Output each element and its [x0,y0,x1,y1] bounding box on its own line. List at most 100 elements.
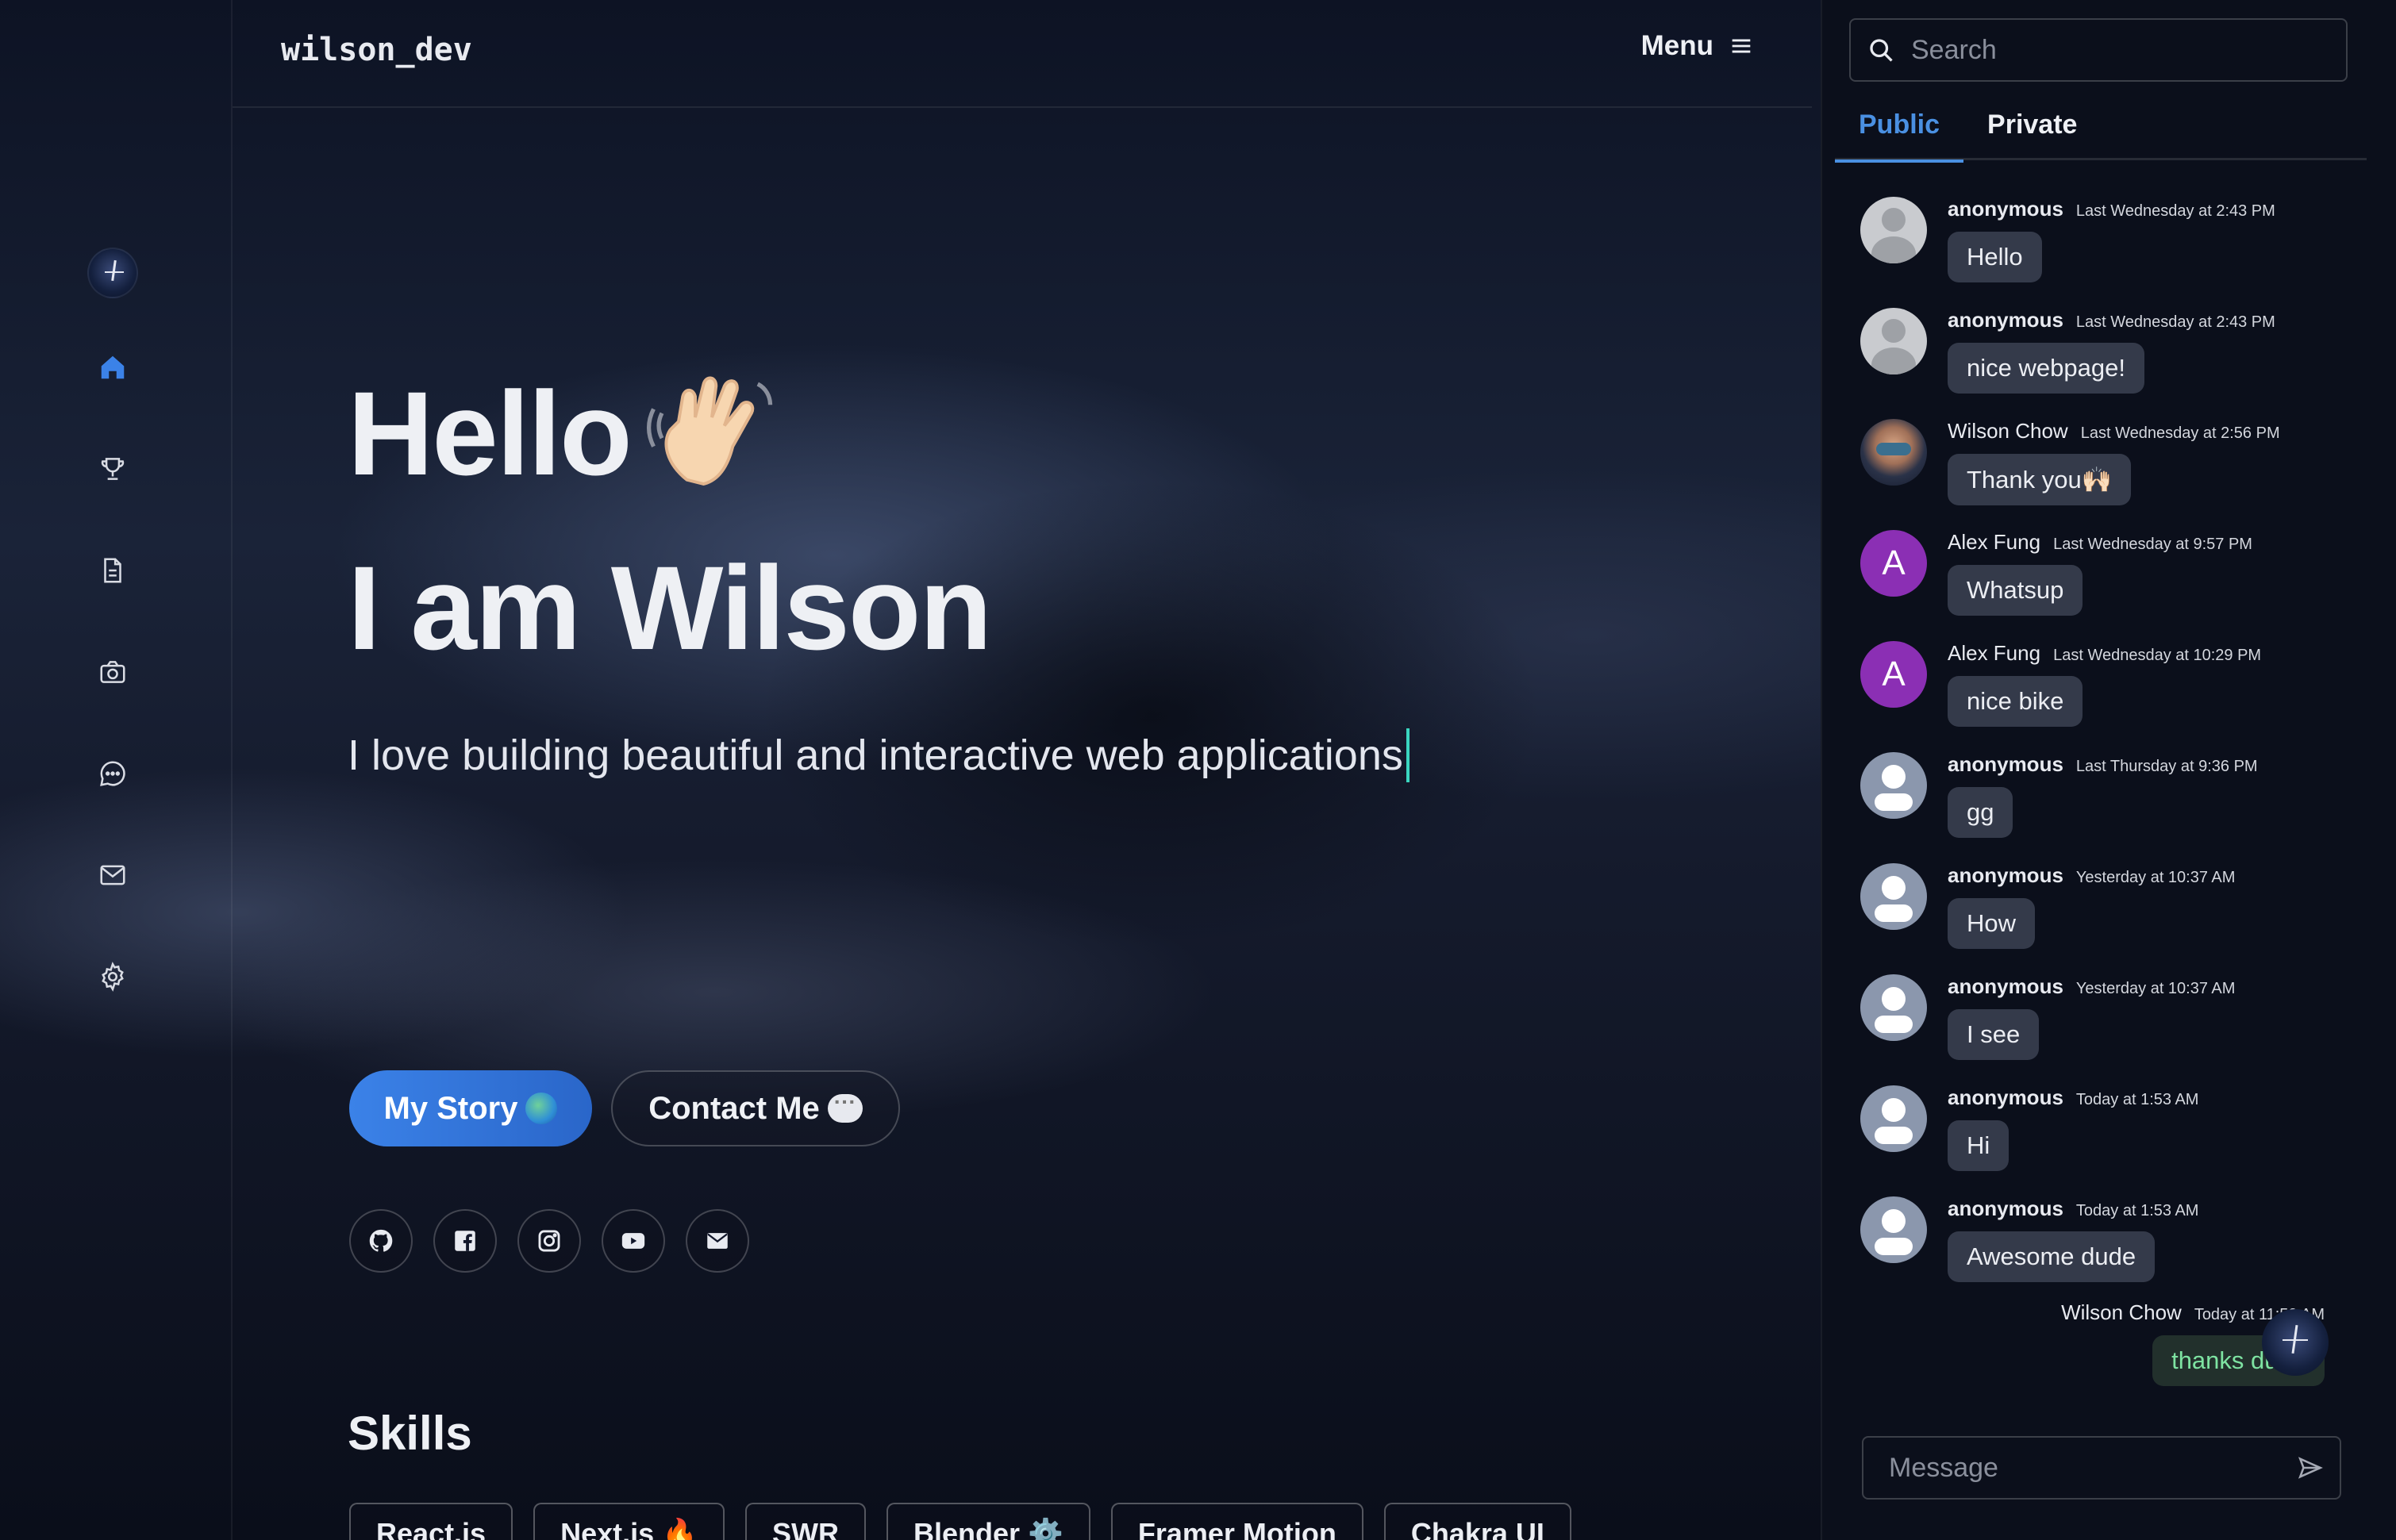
tab-public[interactable]: Public [1835,103,1964,163]
my-story-button[interactable]: My Story [349,1070,592,1146]
message-bubble: Hi [1948,1120,2009,1171]
chat-message: anonymous Yesterday at 10:37 AM I see [1860,974,2235,1060]
hamburger-icon [1732,39,1751,53]
message-time: Last Wednesday at 2:43 PM [2075,202,2275,220]
chat-message: anonymous Last Thursday at 9:36 PM gg [1860,752,2258,838]
sidebar-item-settings[interactable] [93,957,133,997]
message-input[interactable] [1889,1452,2297,1484]
facebook-link[interactable] [433,1209,497,1273]
message-author: anonymous [1948,1196,2063,1220]
message-time: Last Wednesday at 2:43 PM [2075,313,2275,331]
avatar: A [1860,530,1927,597]
message-time: Yesterday at 10:37 AM [2075,869,2236,886]
chat-tabs: Public Private [1835,103,2367,163]
message-composer[interactable] [1862,1436,2341,1500]
github-link[interactable] [349,1209,413,1273]
message-time: Yesterday at 10:37 AM [2075,980,2236,997]
mail-icon [707,1233,728,1249]
avatar [1860,974,1927,1041]
hero-title: I am Wilson [348,541,992,674]
social-links [349,1209,749,1273]
sidebar-item-chat[interactable] [93,754,133,793]
globe-icon [525,1093,558,1124]
chat-message: anonymous Today at 1:53 AM Awesome dude [1860,1196,2198,1282]
sidebar-item-resume[interactable] [93,551,133,590]
message-author: anonymous [1948,752,2063,776]
message-bubble: I see [1948,1009,2040,1060]
message-author: anonymous [1948,1085,2063,1109]
top-header: wilson_dev Menu [233,0,1812,108]
menu-button[interactable]: Menu [1641,30,1755,62]
message-author: Wilson Chow [1948,419,2068,443]
contact-me-label: Contact Me [648,1090,820,1126]
message-author: Alex Fung [1948,641,2041,665]
gear-icon [102,962,124,992]
camera-icon [100,661,125,683]
hero-hello-text: Hello [348,367,633,500]
message-bubble: nice webpage! [1948,343,2144,394]
chat-panel: Public Private anonymous Last Wednesday a… [1821,0,2396,1540]
chat-message: Wilson Chow Last Wednesday at 2:56 PM Tha… [1860,419,2280,505]
tab-private[interactable]: Private [1963,103,2101,160]
my-story-label: My Story [383,1090,518,1126]
chat-bubble-icon [100,761,125,786]
sidebar-item-photos[interactable] [93,652,133,692]
chat-message: anonymous Yesterday at 10:37 AM How [1860,863,2235,949]
chat-search[interactable] [1849,18,2348,82]
chat-message: A Alex Fung Last Wednesday at 10:29 PM ni… [1860,641,2261,727]
profile-avatar[interactable] [87,248,138,298]
message-bubble: Awesome dude [1948,1231,2156,1282]
document-icon [104,558,121,583]
chat-message: anonymous Last Wednesday at 2:43 PM Hello [1860,197,2275,282]
skill-chip: Framer Motion [1110,1503,1363,1540]
message-bubble: How [1948,898,2036,949]
hero-greeting: Hello [348,365,779,502]
sidebar-item-home[interactable] [93,348,133,387]
skill-chip: Blender ⚙️ [886,1503,1090,1540]
github-icon [369,1229,393,1252]
message-author: anonymous [1948,974,2063,998]
avatar [1860,1196,1927,1263]
message-time: Last Wednesday at 2:56 PM [2080,424,2280,442]
skill-chip: Chakra UI [1383,1503,1571,1540]
message-author: anonymous [1948,197,2063,221]
hero-tagline: I love building beautiful and interactiv… [348,728,1410,782]
skills-heading: Skills [348,1407,472,1460]
skill-chip: SWR [744,1503,866,1540]
site-brand[interactable]: wilson_dev [281,32,472,68]
contact-me-button[interactable]: Contact Me [611,1070,900,1146]
message-bubble: Thank you🙌🏻 [1948,454,2132,505]
email-link[interactable] [686,1209,749,1273]
avatar [1860,863,1927,930]
chat-message: anonymous Last Wednesday at 2:43 PM nice … [1860,308,2275,394]
skill-chip: Next.js 🔥 [533,1503,725,1540]
send-icon[interactable] [2297,1454,2324,1481]
skills-list: React.js Next.js 🔥 SWR Blender ⚙️ Framer… [349,1503,1571,1540]
message-author: Alex Fung [1948,530,2041,554]
skill-chip: React.js [349,1503,513,1540]
chat-message: anonymous Today at 1:53 AM Hi [1860,1085,2198,1171]
avatar [1860,752,1927,819]
typing-caret [1406,728,1410,782]
instagram-icon [538,1230,560,1252]
message-bubble: Hello [1948,232,2042,282]
search-input[interactable] [1911,34,2324,66]
sidebar-item-mail[interactable] [93,855,133,895]
home-icon [101,355,125,379]
message-author: Wilson Chow [2061,1300,2182,1324]
facebook-icon [455,1231,475,1251]
youtube-link[interactable] [602,1209,665,1273]
message-time: Last Thursday at 9:36 PM [2075,758,2258,775]
search-icon [1870,39,1893,62]
left-sidebar [0,0,233,1540]
menu-label: Menu [1640,30,1713,61]
avatar [1860,308,1927,374]
mail-icon [100,865,125,885]
instagram-link[interactable] [517,1209,581,1273]
message-time: Today at 1:53 AM [2075,1202,2199,1219]
hero-tagline-text: I love building beautiful and interactiv… [348,732,1403,779]
youtube-icon [621,1233,645,1249]
message-time: Today at 1:53 AM [2075,1091,2199,1108]
message-bubble: nice bike [1948,676,2083,727]
sidebar-item-achievements[interactable] [93,449,133,489]
